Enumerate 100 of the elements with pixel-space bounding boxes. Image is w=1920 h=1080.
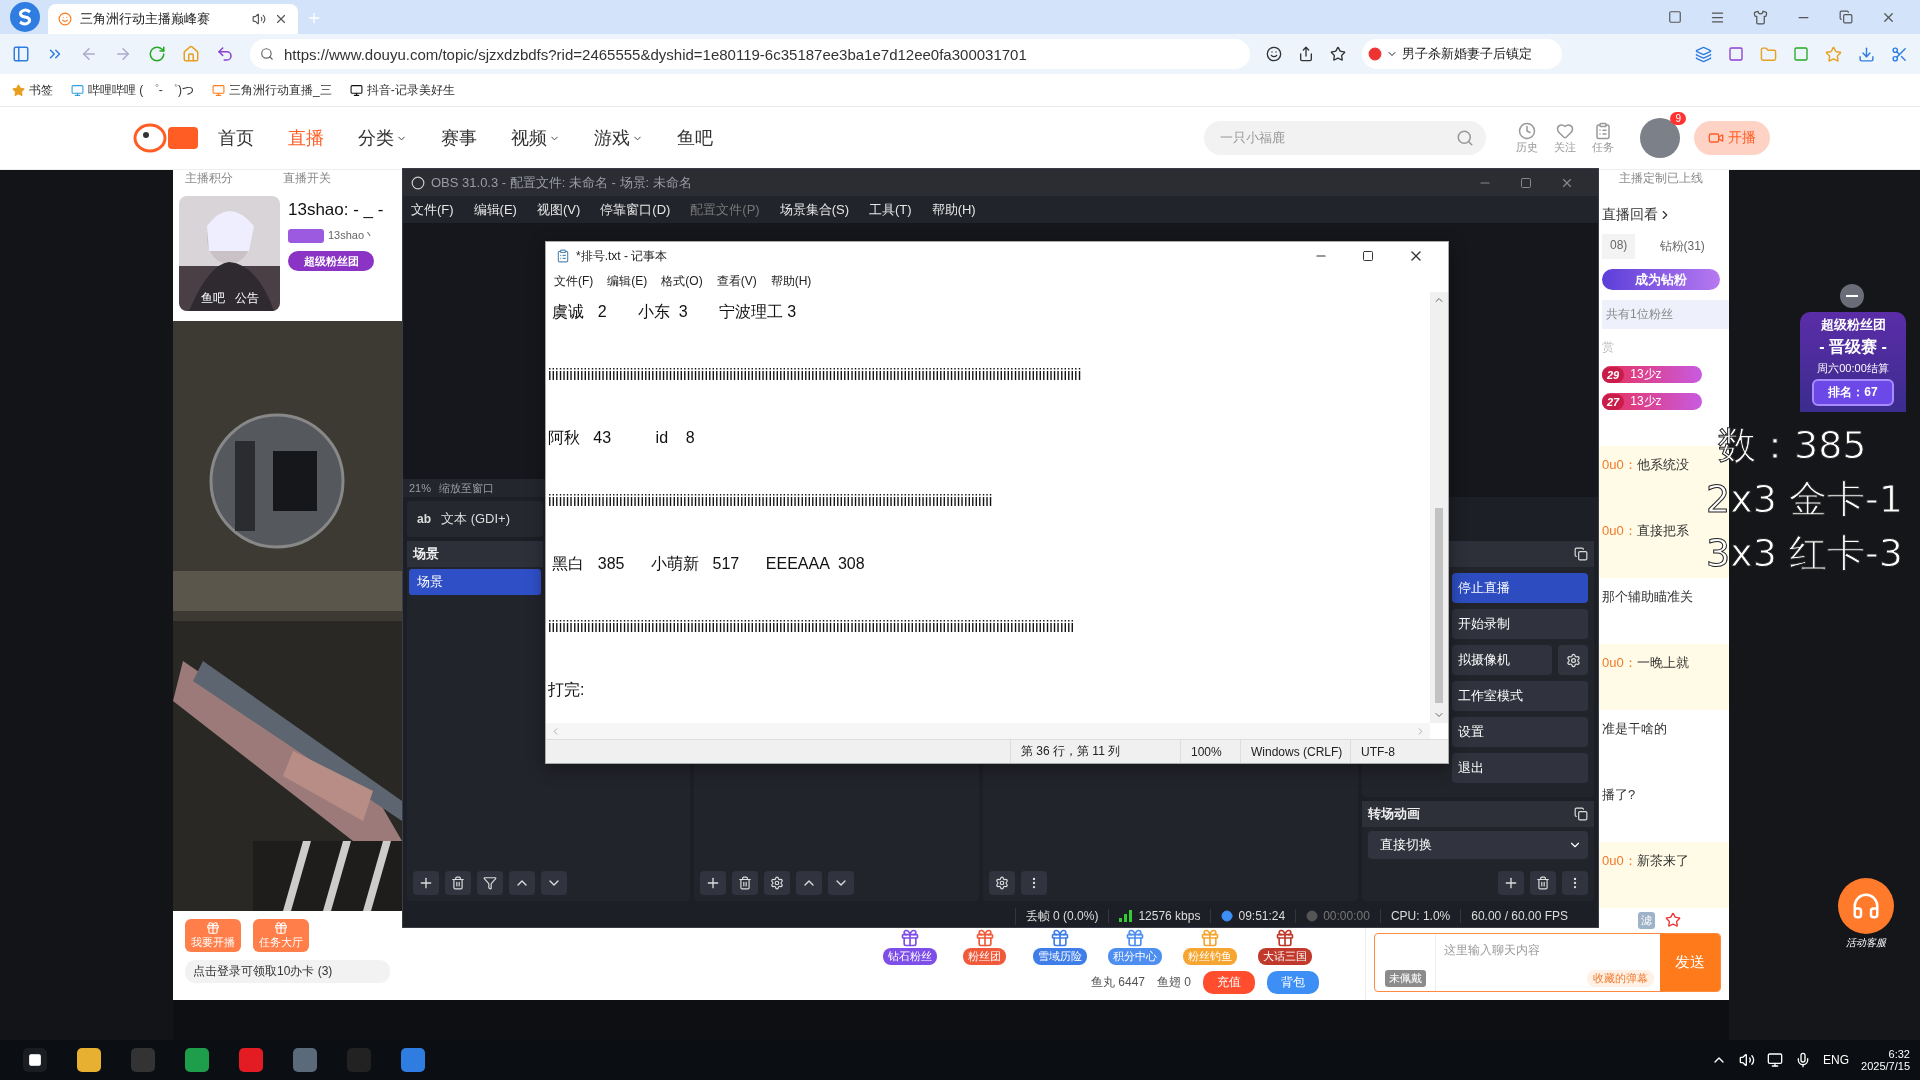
reload-icon[interactable] xyxy=(148,45,166,63)
plus-icon xyxy=(1503,875,1519,891)
chat-tab[interactable]: 08) xyxy=(1602,234,1636,259)
zoom-mode[interactable]: 缩放至窗口 xyxy=(439,480,495,496)
nav-link[interactable]: 视频 xyxy=(511,126,560,150)
square-icon[interactable] xyxy=(1793,46,1809,62)
move-up-button[interactable] xyxy=(796,871,823,895)
nav-link[interactable]: 游戏 xyxy=(594,126,643,150)
control-button[interactable]: 设置 xyxy=(1452,717,1588,747)
menu-item[interactable]: 工具(T) xyxy=(869,200,912,219)
delete-button[interactable] xyxy=(732,871,759,895)
control-button[interactable]: 停止直播 xyxy=(1452,573,1588,603)
menu-item[interactable]: 文件(F) xyxy=(411,200,454,219)
menu-item[interactable]: 编辑(E) xyxy=(473,200,517,219)
avatar-link[interactable]: 公告 xyxy=(234,290,259,307)
move-up-button[interactable] xyxy=(509,871,535,895)
menu-item[interactable]: 帮助(H) xyxy=(770,272,812,290)
bookmark[interactable]: 三角洲行动直播_三 xyxy=(212,81,332,99)
status-text: Windows (CRLF) xyxy=(1240,740,1350,763)
rank-number: 29 xyxy=(1602,366,1625,383)
dock-title: 场景 xyxy=(407,541,543,567)
share-icon[interactable] xyxy=(1298,46,1314,62)
menu-item[interactable]: 格式(O) xyxy=(661,272,703,290)
bookmark[interactable]: 哔哩哔哩 ( ゜- ゜)つ xyxy=(71,81,194,99)
browser-tab[interactable]: 三角洲行动主播巅峰赛 xyxy=(48,4,298,34)
control-button[interactable]: 拟摄像机 xyxy=(1452,645,1552,675)
add-button[interactable] xyxy=(413,871,439,895)
speaker-icon[interactable] xyxy=(252,12,266,26)
replay-link[interactable]: 直播回看 xyxy=(1602,206,1729,224)
layers-icon[interactable] xyxy=(1695,45,1712,63)
control-button[interactable]: 退出 xyxy=(1452,753,1588,783)
settings-button[interactable] xyxy=(1558,645,1588,675)
fan-club-button[interactable]: 超级粉丝团 xyxy=(288,251,374,271)
star-icon[interactable] xyxy=(1825,45,1842,63)
float-dock-icon[interactable] xyxy=(1574,547,1588,561)
menu-item[interactable]: 文件(F) xyxy=(554,272,594,290)
monitor-icon[interactable] xyxy=(1767,1052,1784,1068)
menu-item[interactable]: 停靠窗口(D) xyxy=(600,200,671,219)
scrollbar-thumb[interactable] xyxy=(1435,508,1443,703)
download-icon[interactable] xyxy=(1858,45,1875,63)
move-down-button[interactable] xyxy=(541,871,567,895)
delete-button[interactable] xyxy=(445,871,471,895)
dock-title: 转场动画 xyxy=(1368,805,1420,823)
scene-item[interactable]: 场景 xyxy=(409,569,541,595)
settings-button[interactable] xyxy=(989,871,1016,895)
nav-link[interactable]: 赛事 xyxy=(441,126,477,150)
clock[interactable]: 6:32 2025/7/15 xyxy=(1861,1048,1910,1072)
top-link[interactable]: 直播开关 xyxy=(283,170,331,188)
sidebar-icon[interactable] xyxy=(12,45,30,63)
undo-icon[interactable] xyxy=(216,45,234,63)
control-button[interactable]: 工作室模式 xyxy=(1452,681,1588,711)
nav-link[interactable]: 分类 xyxy=(358,126,407,150)
menu-icon[interactable] xyxy=(1710,9,1725,25)
nav-link[interactable]: 首页 xyxy=(218,126,254,150)
balance-text: 鱼翅 0 xyxy=(1157,974,1191,991)
search-icon[interactable] xyxy=(1456,129,1474,147)
close-icon[interactable] xyxy=(274,12,288,26)
square-icon[interactable] xyxy=(1728,46,1744,62)
top-link[interactable]: 主播积分 xyxy=(185,170,233,188)
search-field[interactable]: 男子杀新婚妻子后镇定 xyxy=(1362,39,1562,69)
maximize-icon[interactable] xyxy=(1362,250,1374,262)
menu-item[interactable]: 查看(V) xyxy=(716,272,757,290)
menu-item[interactable]: 场景集合(S) xyxy=(779,200,850,219)
menu-item[interactable]: 帮助(H) xyxy=(931,200,976,219)
shirt-icon[interactable] xyxy=(1753,9,1768,25)
add-button[interactable] xyxy=(1498,871,1524,895)
star-icon[interactable] xyxy=(1330,46,1346,62)
gift-item[interactable]: 大话三国 xyxy=(1250,928,1319,965)
gift-item[interactable]: 雪域历险 xyxy=(1025,928,1094,965)
star-icon[interactable] xyxy=(1665,912,1681,928)
restore-icon[interactable] xyxy=(1839,10,1853,24)
gift-icon xyxy=(974,928,995,948)
speaker-icon[interactable] xyxy=(1739,1052,1756,1068)
diamond-fan-button[interactable]: 成为钻粉 xyxy=(1602,269,1720,290)
float-dock-icon[interactable] xyxy=(1574,807,1588,821)
scissors-icon[interactable] xyxy=(1891,45,1908,63)
control-button[interactable]: 开始录制 xyxy=(1452,609,1588,639)
bookmark[interactable]: 抖音-记录美好生 xyxy=(349,81,455,99)
settings-button[interactable] xyxy=(764,871,791,895)
menu-item[interactable]: 编辑(E) xyxy=(607,272,648,290)
transition-select[interactable]: 直接切换 xyxy=(1368,831,1588,859)
window-title: OBS 31.0.3 - 配置文件: 未命名 - 场景: 未命名 xyxy=(431,173,692,192)
avatar-link[interactable]: 鱼吧 xyxy=(200,290,225,307)
text-line: iiiiiiiiiiiiiiiiiiiiiiiiiiiiiiiiiiiiiiiiiiiiiiiiiiiiiiiiiiiiiiiiiiiiiiiiiiiiiiiiiiiiiiiiiiiiiiiiiiiiiiiiiiiiiiiiiiiiiiiiiiiiiiiiiiiiiiiiiiiiiiiiiiii xyxy=(548,617,1076,637)
menu-item[interactable]: 视图(V) xyxy=(536,200,581,219)
bookmark[interactable]: 书签 xyxy=(12,81,53,99)
delete-button[interactable] xyxy=(1530,871,1556,895)
filter-button[interactable] xyxy=(477,871,503,895)
language-indicator[interactable]: ENG xyxy=(1823,1053,1850,1067)
smile-icon[interactable] xyxy=(1266,46,1282,62)
broadcast-icon xyxy=(1221,910,1234,922)
bitrate: 12576 kbps xyxy=(1138,909,1201,923)
vertical-scrollbar[interactable] xyxy=(1430,292,1448,723)
move-down-button[interactable] xyxy=(828,871,855,895)
nav-link[interactable]: 鱼吧 xyxy=(677,126,713,150)
address-field[interactable]: https://www.douyu.com/topic/sjzxdzbdfs?rid=2465555&dyshid=1e80119-6c35187ee3ba1e7d12ee0fa300031701 xyxy=(250,39,1250,69)
fan-club-card[interactable]: 超级粉丝团 - 晋级赛 - 周六00:00结算 排名：67 xyxy=(1800,312,1906,412)
add-button[interactable] xyxy=(700,871,727,895)
window-icon[interactable] xyxy=(1668,10,1682,24)
gift-item[interactable]: 钻石粉丝 xyxy=(875,928,944,965)
